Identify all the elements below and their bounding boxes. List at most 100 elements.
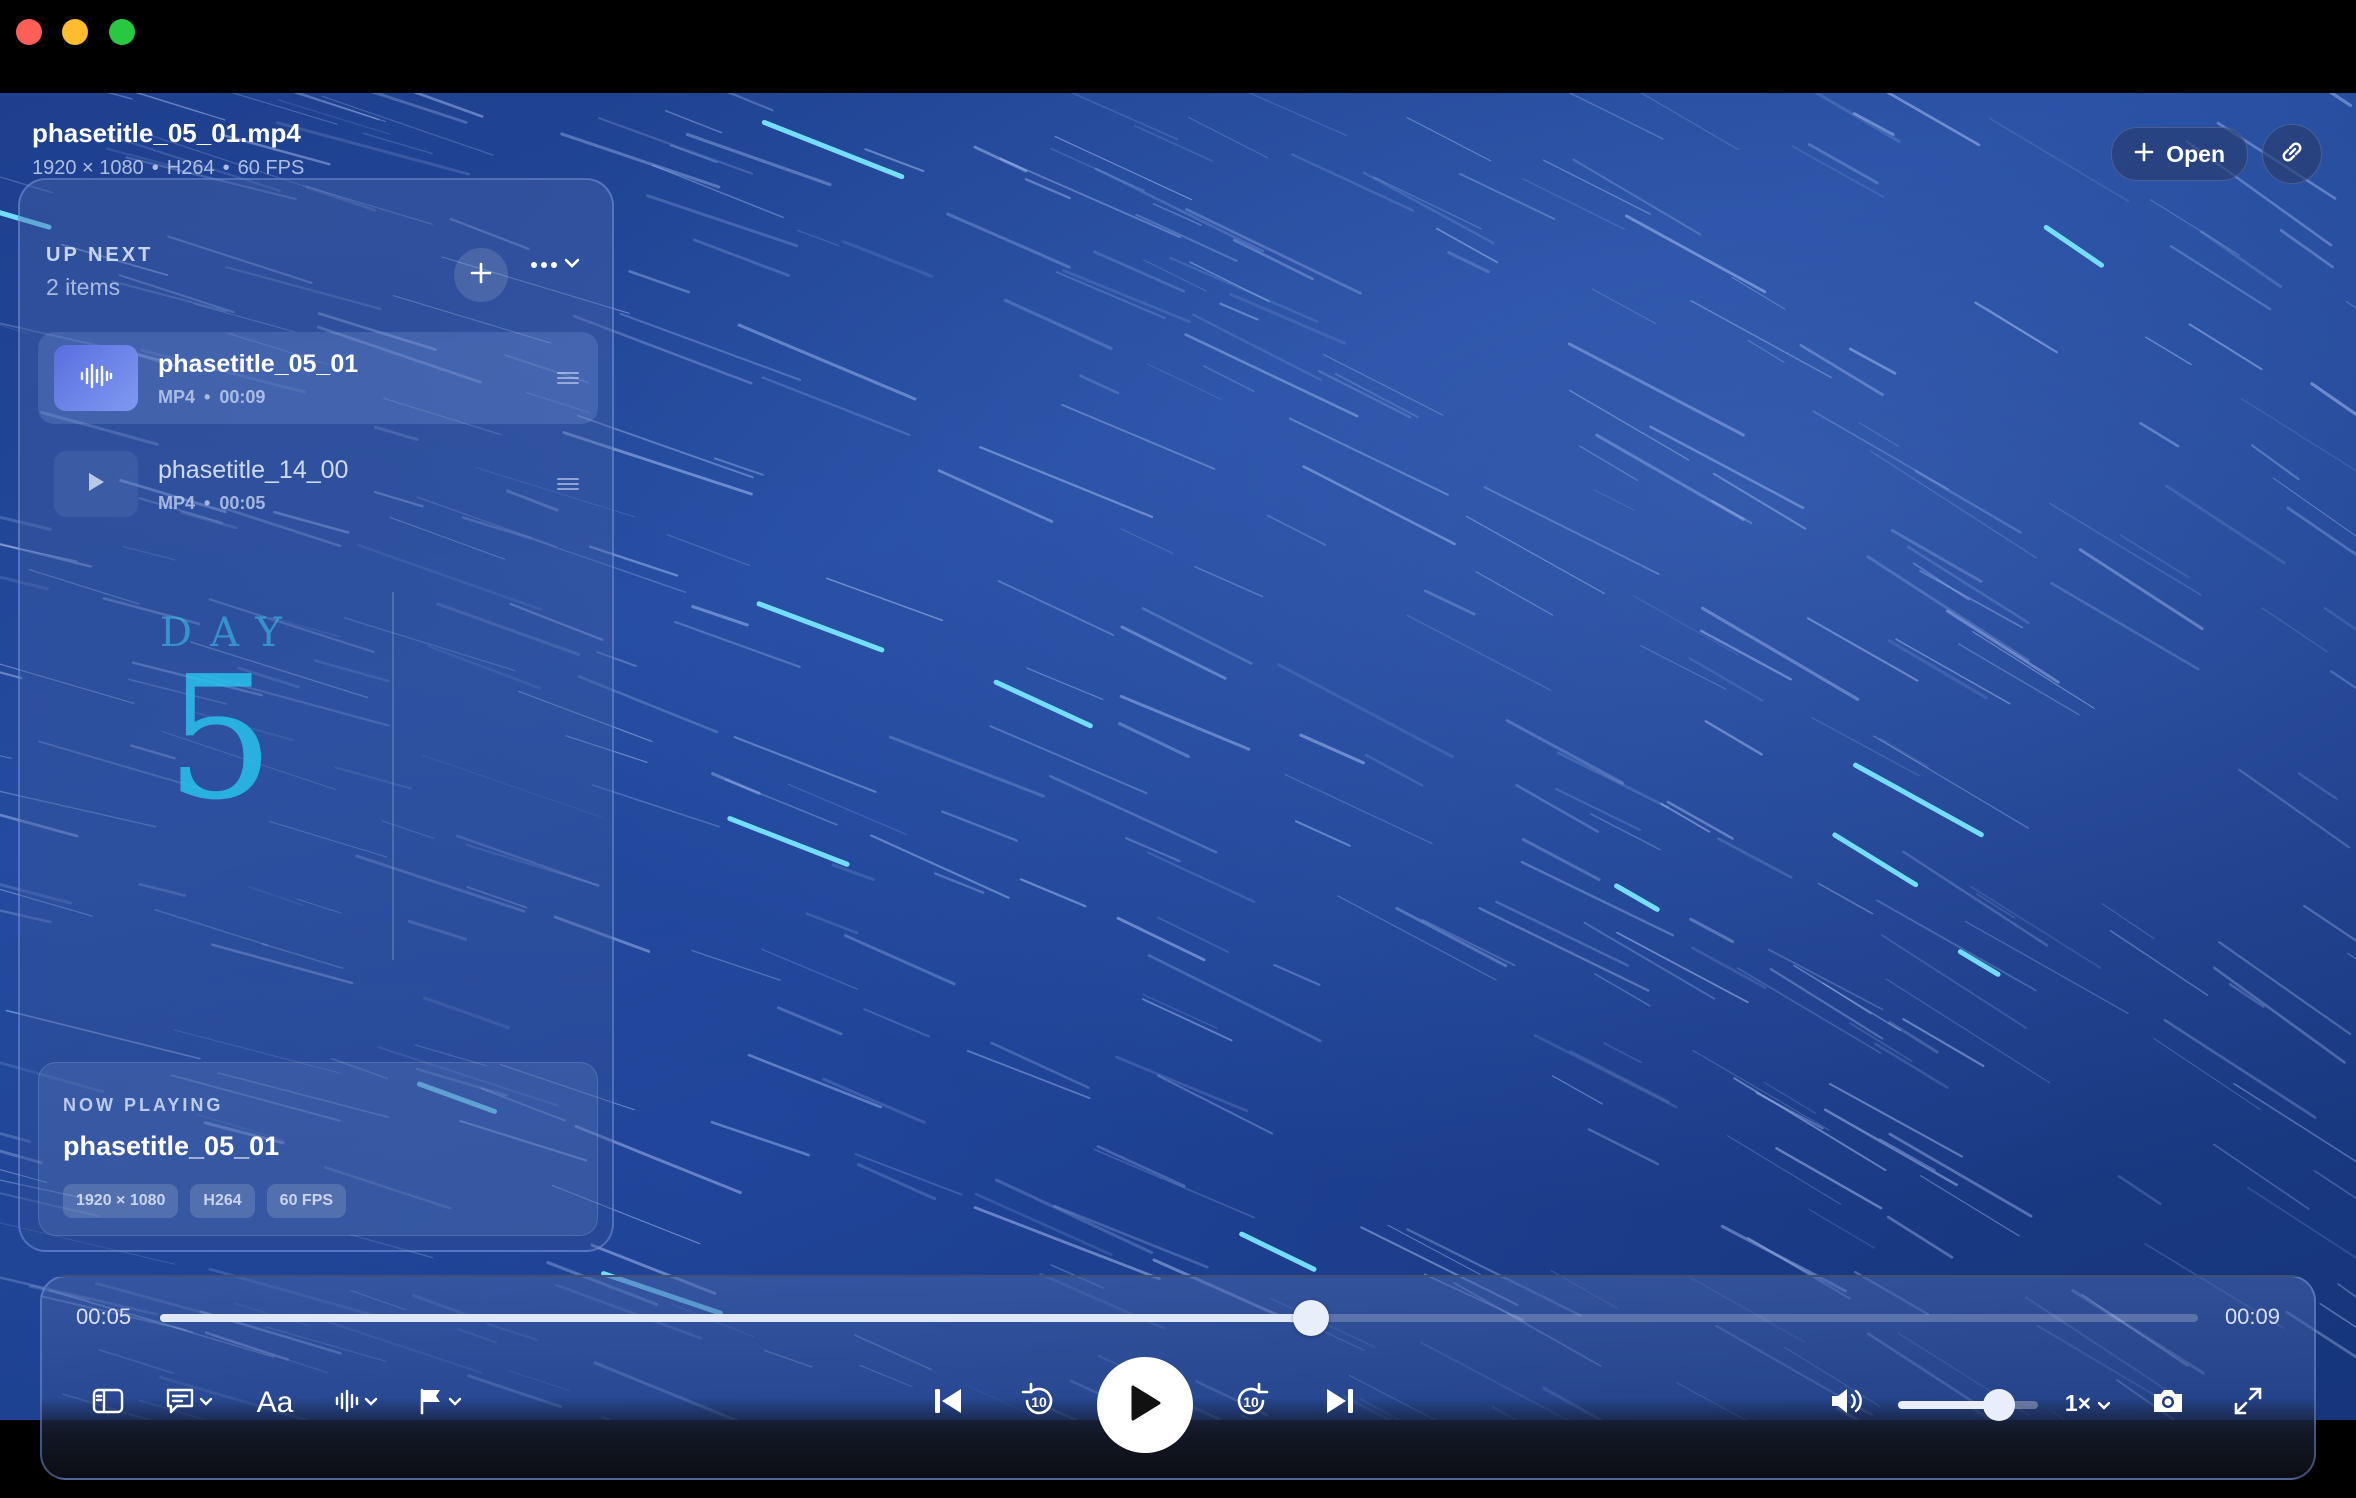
next-track-button[interactable] — [1320, 1383, 1360, 1423]
video-streak — [1808, 1208, 1876, 1249]
video-streak — [2261, 607, 2328, 653]
video-streak — [1888, 1132, 2033, 1218]
queue-more-menu[interactable] — [530, 256, 580, 274]
codec-chip: H264 — [190, 1184, 255, 1218]
video-streak — [841, 240, 934, 278]
video-streak — [1817, 882, 1874, 915]
video-streak — [724, 778, 838, 826]
play-button[interactable] — [1097, 1357, 1193, 1453]
minimize-window-button[interactable] — [62, 19, 88, 45]
video-streak — [870, 834, 1010, 899]
video-streak — [1880, 934, 2028, 1029]
video-streak — [1483, 486, 1660, 575]
video-streak — [1189, 261, 1270, 303]
video-streak — [710, 1120, 810, 1157]
video-streak — [1876, 899, 2037, 992]
mute-button[interactable] — [1826, 1383, 1870, 1423]
video-streak — [1277, 663, 1454, 759]
video-streak — [2043, 224, 2105, 268]
video-streak — [1053, 1204, 1209, 1269]
volume-thumb[interactable] — [1982, 1389, 2015, 1421]
video-streak — [787, 783, 908, 836]
video-streak — [1406, 614, 1552, 691]
video-streak — [1118, 722, 1190, 758]
video-streak — [2310, 382, 2356, 417]
video-streak — [691, 605, 749, 627]
video-streak — [1093, 1148, 1256, 1219]
video-streak — [2238, 768, 2351, 849]
video-streak — [1521, 177, 1626, 230]
audio-track-menu-button[interactable] — [328, 1383, 384, 1423]
video-streak — [2213, 1143, 2310, 1210]
video-streak — [2048, 502, 2202, 596]
waveform-icon — [334, 1388, 360, 1419]
video-streak — [1891, 529, 1983, 583]
video-streak — [797, 229, 840, 247]
video-streak — [1387, 1224, 1481, 1275]
toggle-sidebar-button[interactable] — [88, 1383, 128, 1423]
snapshot-button[interactable] — [2146, 1383, 2190, 1423]
video-streak — [1364, 753, 1424, 787]
open-button[interactable]: Open — [2111, 127, 2248, 181]
video-streak — [1666, 800, 1734, 840]
skip-previous-icon — [932, 1387, 964, 1420]
subtitles-menu-button[interactable] — [160, 1383, 218, 1423]
video-streak — [1302, 465, 1456, 546]
fullscreen-button[interactable] — [2226, 1383, 2270, 1423]
video-streak — [1970, 885, 2102, 969]
video-streak — [1692, 1049, 1830, 1131]
video-streak — [1603, 1042, 1643, 1064]
video-streak — [2250, 444, 2300, 481]
video-streak — [1505, 719, 1625, 785]
flag-icon — [418, 1387, 444, 1420]
video-streak — [863, 1008, 930, 1038]
video-streak — [2323, 607, 2356, 631]
playback-rate-menu[interactable]: 1× — [2058, 1383, 2118, 1423]
queue-item[interactable]: phasetitle_14_00 MP4 • 00:05 — [38, 438, 598, 530]
video-streak — [822, 1077, 926, 1124]
video-streak — [134, 93, 205, 115]
video-streak — [1337, 895, 1497, 981]
video-streak — [1521, 837, 1601, 882]
video-streak — [1094, 167, 1265, 253]
video-streak — [2272, 477, 2356, 537]
drag-handle-icon[interactable] — [556, 476, 580, 497]
video-streak — [1362, 171, 1495, 245]
video-streak — [1322, 353, 1444, 416]
video-streak — [1288, 417, 1449, 496]
play-icon — [86, 471, 106, 498]
video-streak — [2328, 93, 2353, 108]
seek-bar-thumb[interactable] — [1293, 1300, 1330, 1336]
skip-next-icon — [1324, 1387, 1356, 1420]
queue-item-thumbnail — [54, 451, 138, 517]
queue-item[interactable]: phasetitle_05_01 MP4 • 00:09 — [38, 332, 598, 424]
video-streak — [1142, 998, 1233, 1042]
volume-slider[interactable] — [1898, 1389, 2038, 1421]
file-resolution: 1920 × 1080 — [32, 157, 144, 179]
seek-bar[interactable] — [160, 1300, 2198, 1336]
video-streak — [1134, 124, 1214, 162]
video-streak — [1848, 347, 1897, 375]
video-streak — [1542, 159, 1652, 215]
drag-handle-icon[interactable] — [556, 370, 580, 391]
video-streak — [1591, 288, 1657, 324]
forward-10-button[interactable]: 10 — [1228, 1380, 1274, 1426]
video-streak — [651, 164, 784, 219]
video-streak — [1436, 227, 1499, 264]
video-streak — [1156, 916, 1230, 954]
video-streak — [1299, 733, 1365, 765]
fps-chip: 60 FPS — [266, 1184, 347, 1218]
video-streak — [1887, 639, 1988, 700]
link-button[interactable] — [2262, 124, 2322, 184]
chapters-menu-button[interactable] — [412, 1383, 468, 1423]
subtitle-style-button[interactable]: Aa — [252, 1381, 298, 1425]
queue-item-title: phasetitle_14_00 — [158, 456, 349, 484]
previous-track-button[interactable] — [928, 1383, 968, 1423]
zoom-window-button[interactable] — [109, 19, 135, 45]
close-window-button[interactable] — [16, 19, 42, 45]
add-to-queue-button[interactable] — [454, 248, 508, 302]
video-streak — [1019, 878, 1087, 908]
rewind-10-button[interactable]: 10 — [1016, 1380, 1062, 1426]
video-streak — [1147, 953, 1322, 1043]
video-streak — [1633, 595, 1739, 656]
